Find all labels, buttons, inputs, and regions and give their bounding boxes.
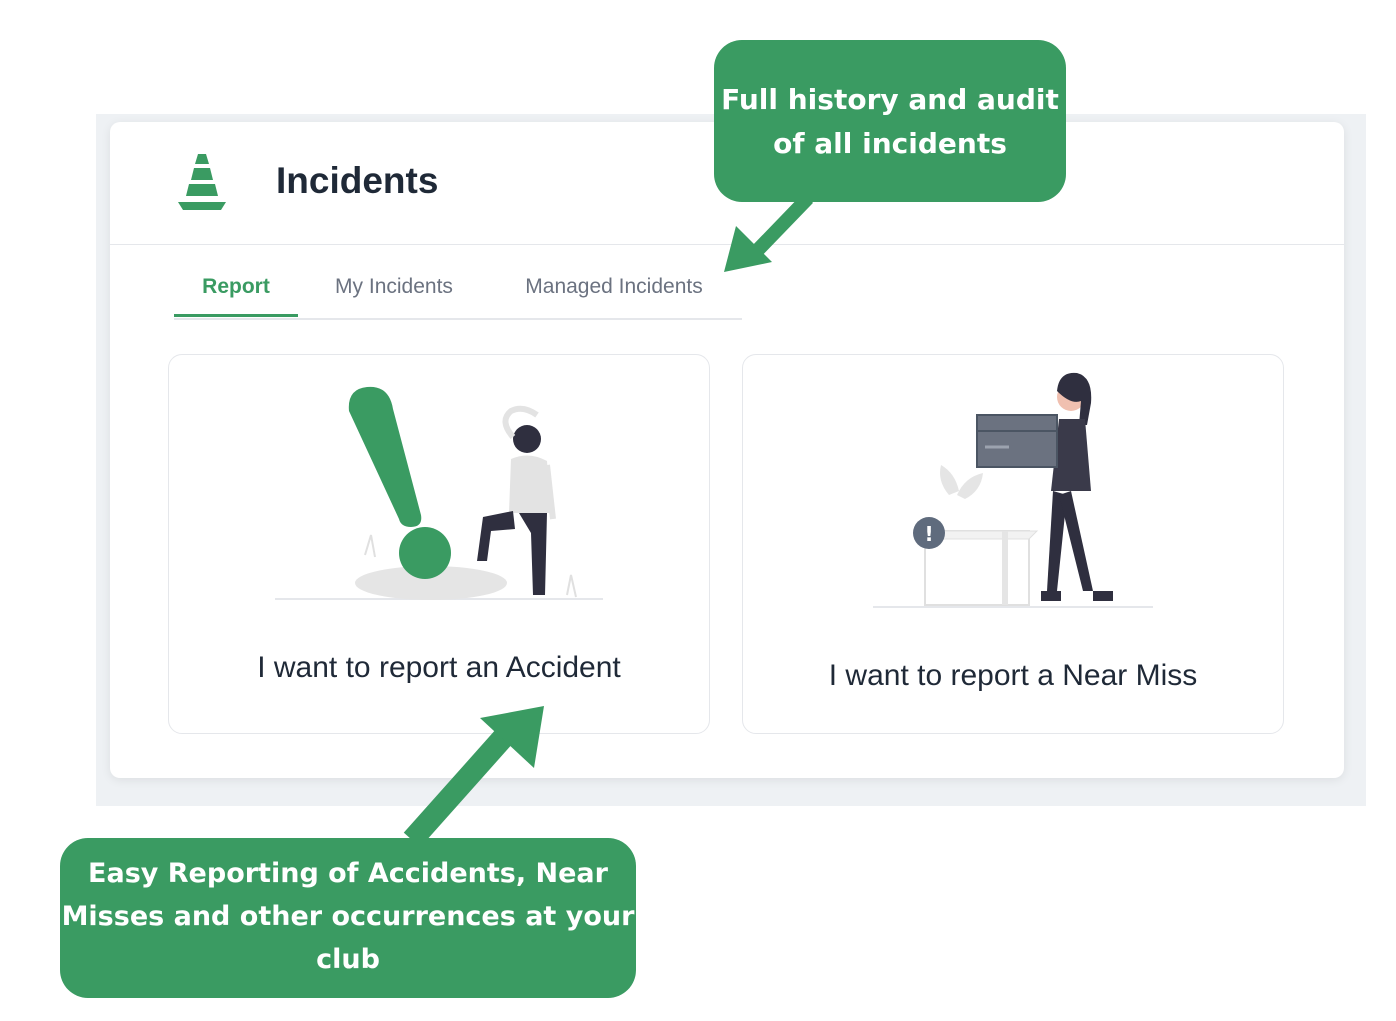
svg-text:!: ! [924, 522, 933, 546]
traffic-cone-icon [176, 152, 228, 212]
exclamation-person-icon [275, 386, 603, 600]
tab-bar: Report My Incidents Managed Incidents [174, 266, 742, 320]
incidents-panel: Incidents Report My Incidents Managed In… [110, 122, 1344, 778]
report-near-miss-card[interactable]: ! I want to report a Near Miss [742, 354, 1284, 734]
report-near-miss-label: I want to report a Near Miss [828, 659, 1198, 692]
callout-reporting: Easy Reporting of Accidents, Near Misses… [60, 838, 636, 998]
report-accident-card[interactable]: I want to report an Accident [168, 354, 710, 734]
tab-my-incidents[interactable]: My Incidents [314, 266, 474, 316]
person-carrying-box-icon: ! [873, 372, 1153, 608]
page-title: Incidents [276, 160, 439, 201]
tab-report[interactable]: Report [174, 266, 298, 317]
tab-managed-incidents[interactable]: Managed Incidents [504, 266, 724, 316]
callout-history: Full history and audit of all incidents [714, 40, 1066, 202]
report-accident-label: I want to report an Accident [257, 651, 621, 684]
